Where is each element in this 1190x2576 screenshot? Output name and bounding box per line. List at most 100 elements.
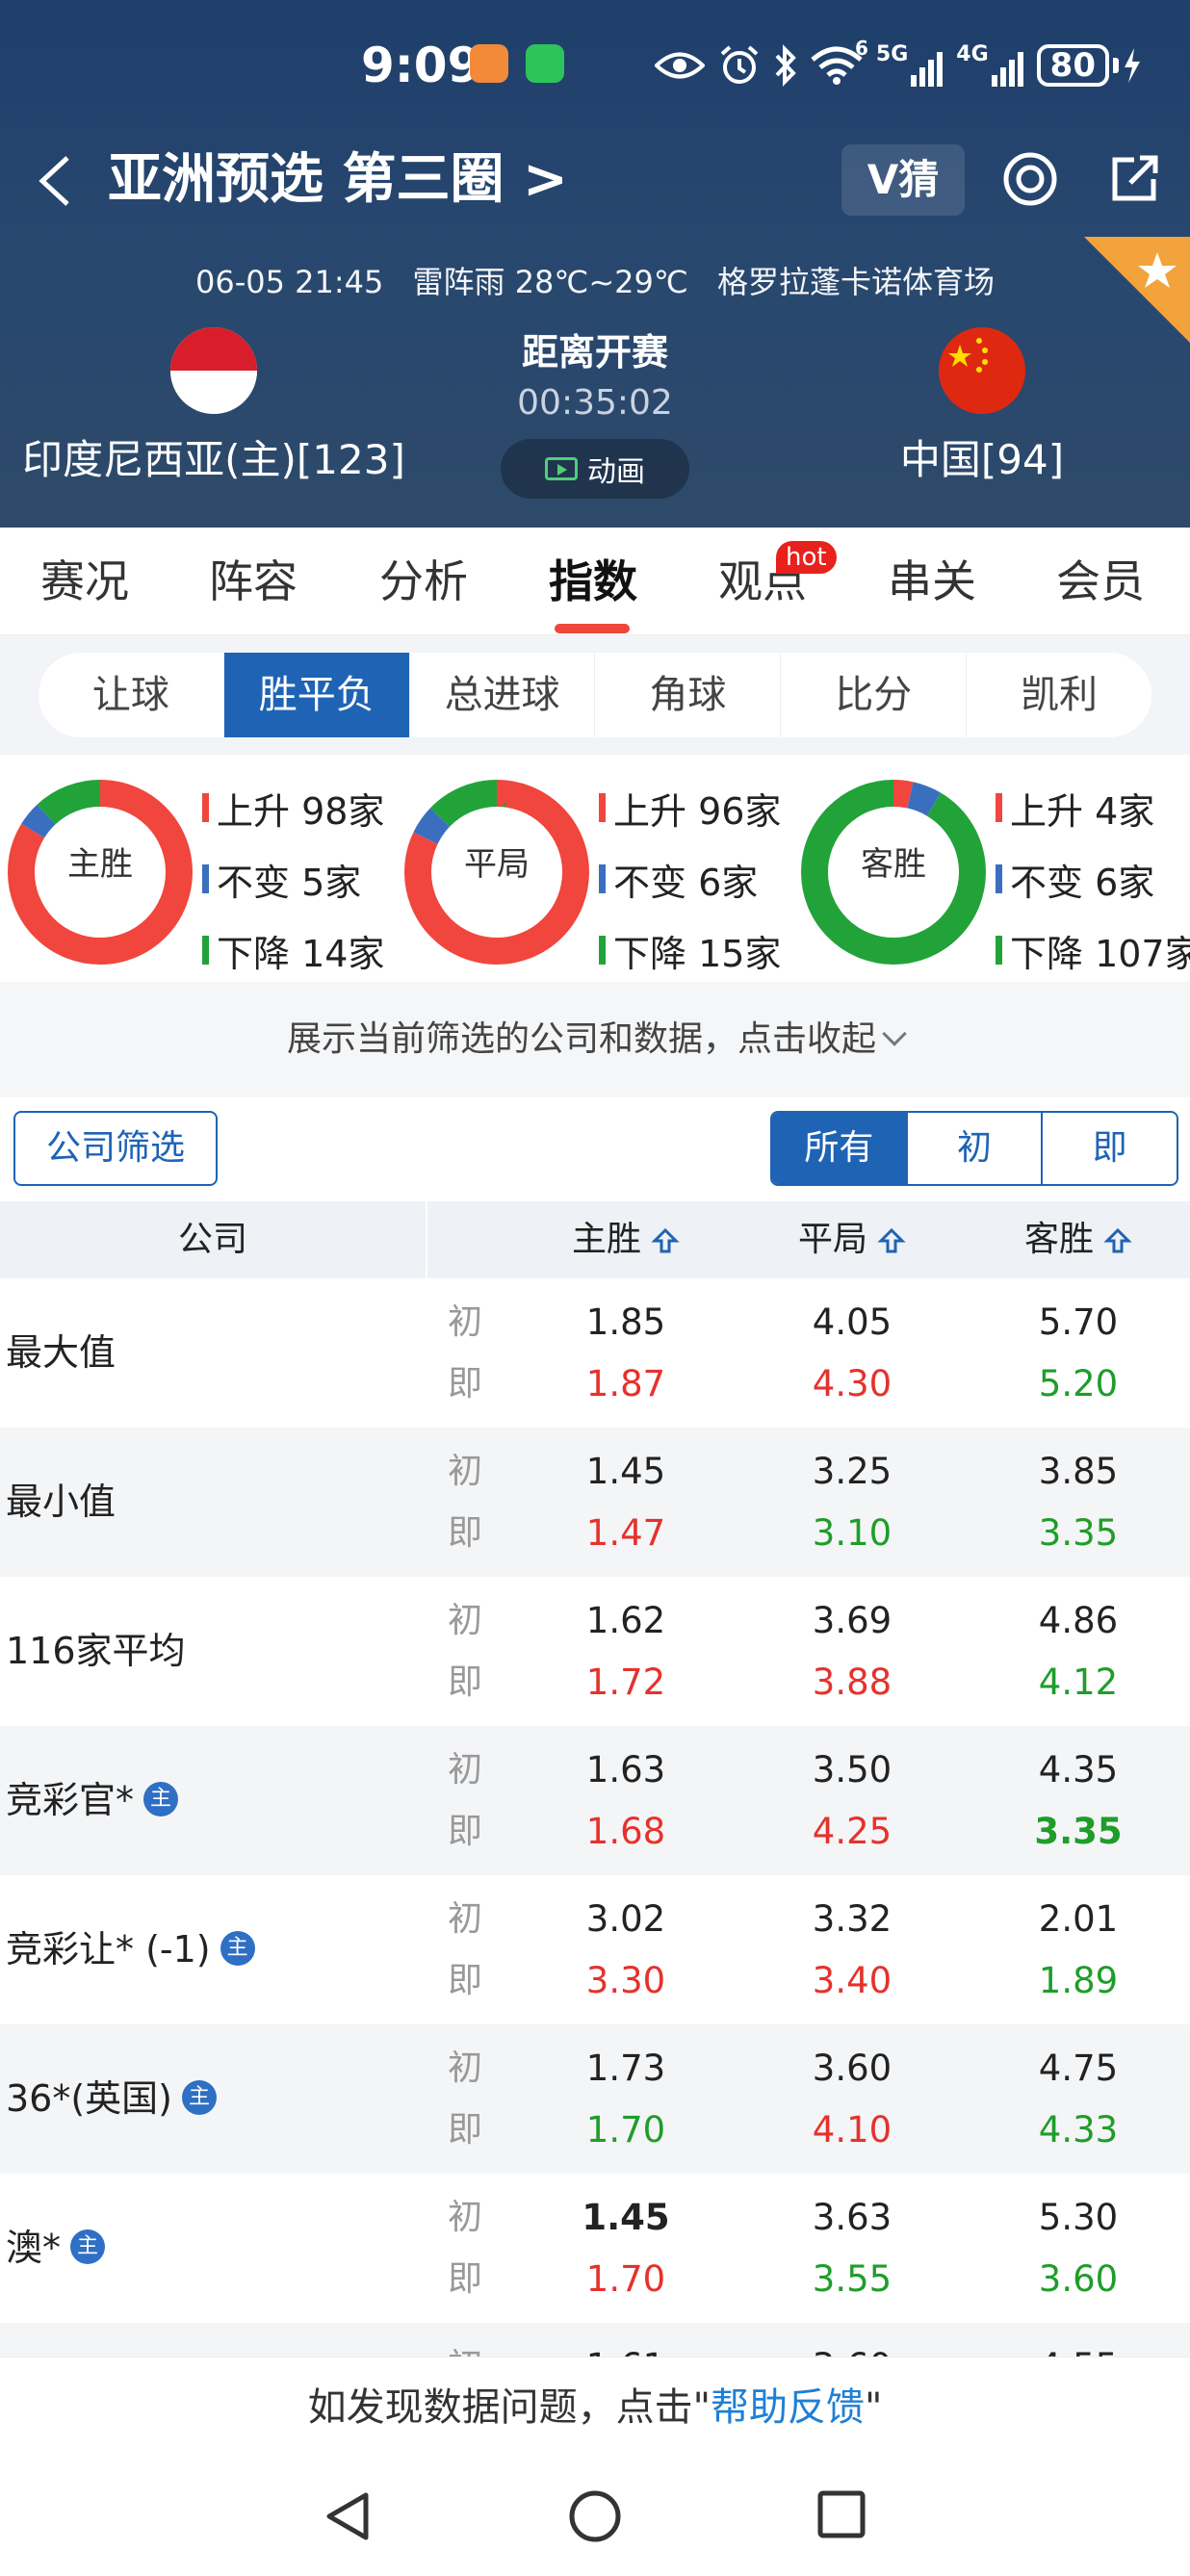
away-team[interactable]: 中国[94] <box>780 327 1184 489</box>
table-row[interactable]: 初 1.61 3.60 4.55 <box>0 2323 1190 2357</box>
live-tag: 即 <box>448 1364 483 1404</box>
tab-analysis[interactable]: 分析 <box>356 528 491 635</box>
live-draw: 3.55 <box>812 2258 892 2300</box>
home-team[interactable]: 印度尼西亚(主)[123] <box>0 327 435 489</box>
eye-icon <box>654 52 705 79</box>
feedback-bar: 如发现数据问题，点击"帮助反馈" <box>0 2357 1190 2457</box>
nav-recents-icon[interactable] <box>816 2489 867 2539</box>
wifi-icon: 6 <box>811 37 868 85</box>
nav-back-icon[interactable] <box>323 2489 372 2543</box>
init-draw: 3.50 <box>812 1749 892 1790</box>
segment-all[interactable]: 所有 <box>772 1113 908 1184</box>
main-tabs: 赛况 阵容 分析 指数 观点 串关 会员 <box>0 528 1190 635</box>
tab-member[interactable]: 会员 <box>1033 528 1168 635</box>
signal-5g-icon: 5G <box>876 44 944 87</box>
segment-live[interactable]: 即 <box>1043 1113 1177 1184</box>
table-row[interactable]: 116家平均 初 即 1.62 3.69 4.86 1.72 3.88 4.12 <box>0 1577 1190 1726</box>
tab-parlay[interactable]: 串关 <box>865 528 999 635</box>
main-company-badge: 主 <box>143 1781 179 1816</box>
live-away: 3.35 <box>1034 1811 1123 1852</box>
subtab-kelly[interactable]: 凯利 <box>967 653 1151 737</box>
donut-label-away: 客胜 <box>861 845 926 884</box>
col-home-win[interactable]: 主胜 <box>530 1201 722 1278</box>
col-away-win[interactable]: 客胜 <box>982 1201 1175 1278</box>
init-away: 5.70 <box>1038 1301 1119 1343</box>
company-name: 竞彩让* (-1) 主 <box>6 1875 255 2024</box>
live-draw: 4.25 <box>812 1811 892 1852</box>
init-draw: 4.05 <box>812 1301 892 1343</box>
table-row[interactable]: 最大值 初 即 1.85 4.05 5.70 1.87 4.30 5.20 <box>0 1278 1190 1428</box>
init-draw: 3.63 <box>812 2197 892 2238</box>
legend-up: 上升 98家 <box>217 789 385 833</box>
table-row[interactable]: 澳* 主 初 即 1.45 3.63 5.30 1.70 3.55 3.60 <box>0 2174 1190 2323</box>
tab-lineup[interactable]: 阵容 <box>186 528 321 635</box>
indonesia-flag-icon <box>170 327 257 414</box>
live-draw: 3.88 <box>812 1662 892 1703</box>
table-row[interactable]: 竞彩让* (-1) 主 初 即 3.02 3.32 2.01 3.30 3.40 … <box>0 1875 1190 2024</box>
segment-initial[interactable]: 初 <box>908 1113 1044 1184</box>
live-away: 4.12 <box>1038 1662 1119 1703</box>
back-arrow-icon[interactable] <box>35 154 73 208</box>
live-away: 4.33 <box>1038 2109 1119 2151</box>
live-tag: 即 <box>448 1513 483 1553</box>
col-draw[interactable]: 平局 <box>756 1201 948 1278</box>
table-row[interactable]: 最小值 初 即 1.45 3.25 3.85 1.47 3.10 3.35 <box>0 1428 1190 1577</box>
alarm-icon <box>720 45 759 84</box>
initial-tag: 初 <box>448 1750 483 1790</box>
match-info: 06-05 21:45 雷阵雨 28℃~29℃ 格罗拉蓬卡诺体育场 <box>0 260 1190 304</box>
tab-match[interactable]: 赛况 <box>17 528 152 635</box>
subtab-total-goals[interactable]: 总进球 <box>410 653 596 737</box>
nav-home-icon[interactable] <box>568 2489 622 2543</box>
sort-up-icon <box>651 1227 680 1253</box>
status-icons: 6 5G 4G 80 <box>654 35 1142 96</box>
collapse-toggle[interactable]: 展示当前筛选的公司和数据，点击收起 <box>0 982 1190 1097</box>
live-away: 3.35 <box>1038 1512 1119 1554</box>
table-row[interactable]: 36*(英国) 主 初 即 1.73 3.60 4.75 1.70 4.10 4.… <box>0 2024 1190 2174</box>
competition-title[interactable]: 亚洲预选 第三圈 > <box>108 144 568 216</box>
share-icon[interactable] <box>1107 152 1161 206</box>
help-feedback-link[interactable]: 帮助反馈 <box>711 2385 865 2430</box>
initial-tag: 初 <box>448 2348 496 2357</box>
subtab-corners[interactable]: 角球 <box>595 653 782 737</box>
away-team-name: 中国[94] <box>899 436 1065 483</box>
tab-odds[interactable]: 指数 <box>526 528 660 635</box>
live-tag: 即 <box>448 1961 483 2000</box>
filter-bar: 公司筛选 所有 初 即 <box>0 1097 1190 1201</box>
hot-badge: hot <box>776 541 837 574</box>
company-filter-button[interactable]: 公司筛选 <box>13 1111 218 1186</box>
subtab-score[interactable]: 比分 <box>781 653 968 737</box>
init-away: 4.86 <box>1038 1600 1119 1641</box>
legend-down: 下降 14家 <box>217 932 385 975</box>
main-company-badge: 主 <box>70 2228 106 2264</box>
live-home: 1.70 <box>585 2109 666 2151</box>
target-icon[interactable] <box>1001 150 1059 208</box>
company-name: 竞彩官* 主 <box>6 1726 179 1875</box>
initial-tag: 初 <box>448 2198 483 2237</box>
live-away: 5.20 <box>1038 1363 1119 1404</box>
company-name: 澳* 主 <box>6 2174 106 2323</box>
initial-tag: 初 <box>448 1899 483 1939</box>
subtab-1x2[interactable]: 胜平负 <box>223 653 410 737</box>
table-row[interactable]: 竞彩官* 主 初 即 1.63 3.50 4.35 1.68 4.25 3.35 <box>0 1726 1190 1875</box>
animation-button[interactable]: 动画 <box>501 439 689 499</box>
company-name: 最小值 <box>6 1481 116 1523</box>
legend-draw: 上升 96家 不变 6家 下降 15家 <box>599 772 781 986</box>
init-home: 1.45 <box>585 1451 666 1492</box>
live-home: 1.68 <box>585 1811 666 1852</box>
live-home: 3.30 <box>585 1960 666 2001</box>
legend-down: 下降 15家 <box>613 932 782 975</box>
init-draw: 3.32 <box>812 1898 892 1940</box>
sort-up-icon <box>1103 1227 1132 1253</box>
subtab-handicap[interactable]: 让球 <box>39 653 224 737</box>
main-company-badge: 主 <box>220 1930 255 1966</box>
match-weather: 雷阵雨 28℃~29℃ <box>412 264 688 300</box>
vguess-button[interactable]: V猜 <box>841 144 965 216</box>
init-draw: 3.60 <box>812 2048 892 2089</box>
odds-table-header: 公司 主胜 平局 客胜 <box>0 1201 1190 1278</box>
init-away: 4.55 <box>982 2348 1175 2357</box>
live-home: 1.70 <box>585 2258 666 2300</box>
live-tag: 即 <box>448 2259 483 2299</box>
system-nav-bar <box>0 2457 1190 2576</box>
initial-tag: 初 <box>448 1302 483 1342</box>
match-venue: 格罗拉蓬卡诺体育场 <box>717 264 996 300</box>
